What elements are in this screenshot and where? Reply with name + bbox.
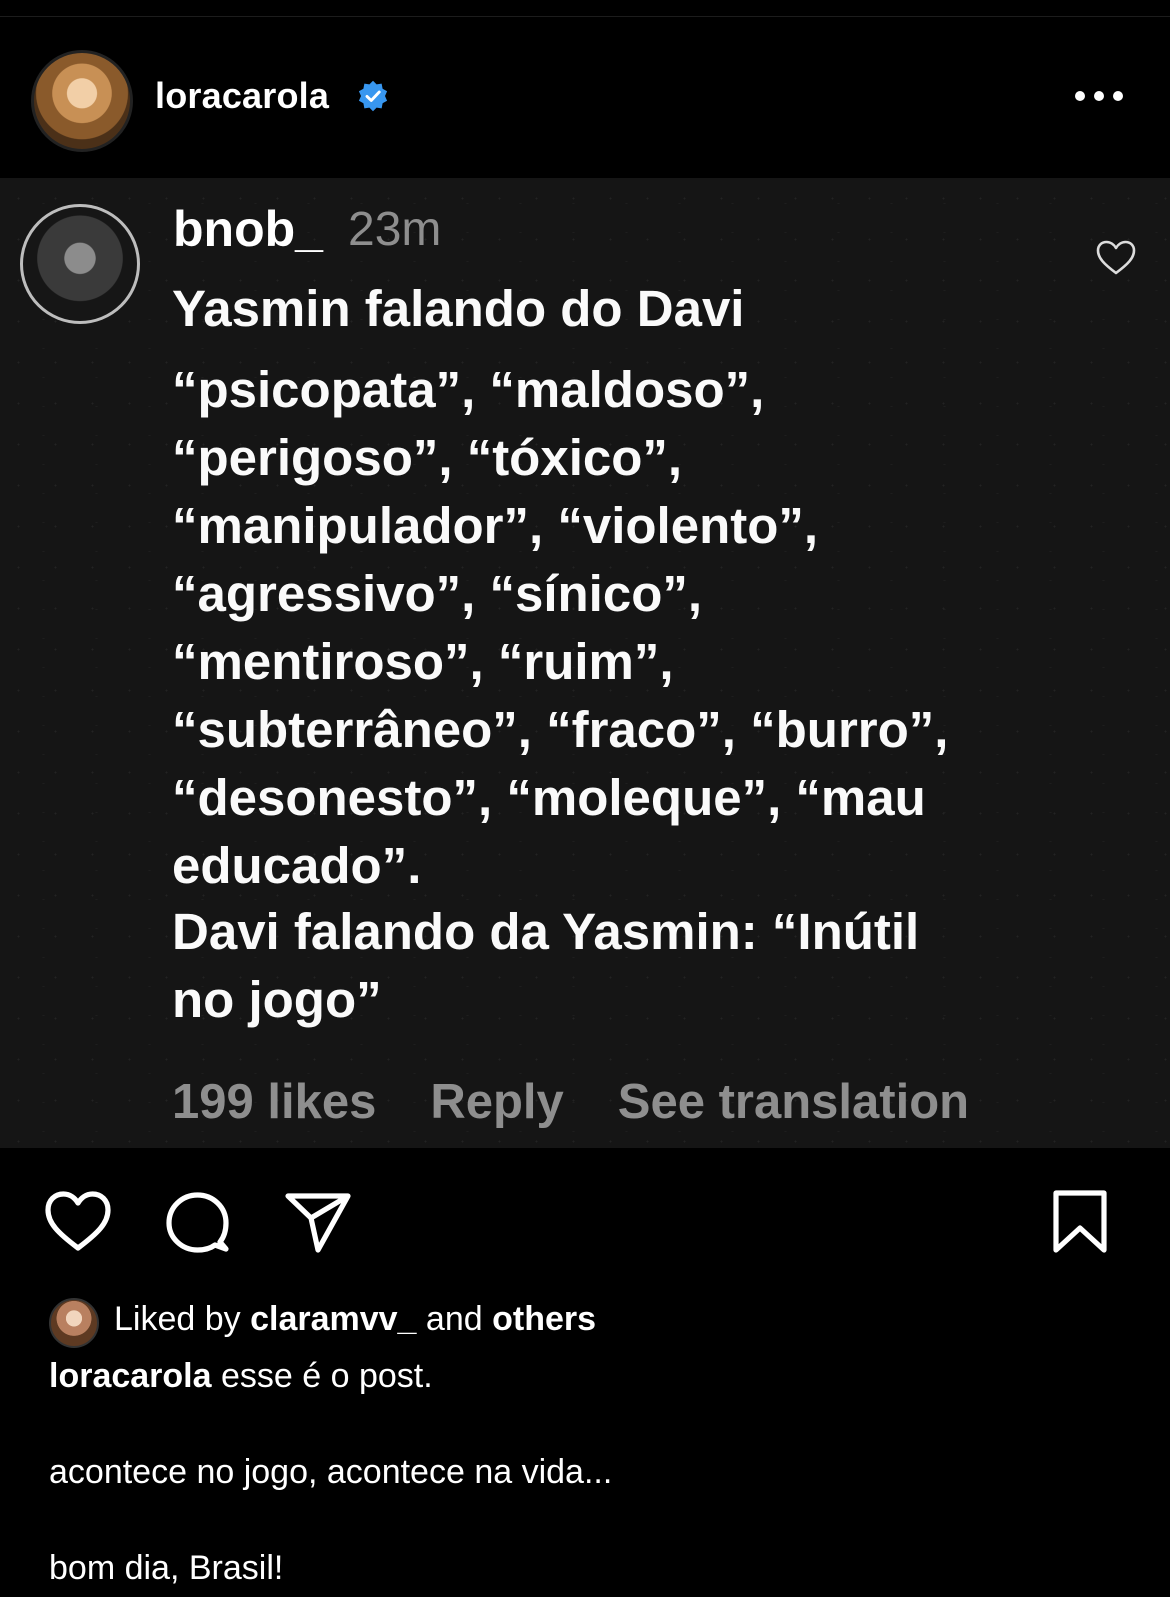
author-username[interactable]: loracarola [155,75,329,117]
comment-actions: 199 likes Reply See translation [172,1074,1023,1130]
caption-username[interactable]: loracarola [49,1357,212,1395]
comment-text-list: “psicopata”, “maldoso”, “perigoso”, “tóx… [172,361,949,894]
top-divider [0,16,1170,17]
liked-by-avatar[interactable] [49,1298,99,1348]
comment-text-reply-line: Davi falando da Yasmin: “Inútil no jogo” [172,903,920,1028]
post-header: loracarola [0,40,1170,160]
comment-likes-count: 199 likes [172,1075,377,1129]
comment-reply-link: Reply [430,1075,564,1129]
post-caption: loracarola esse é o post. acontece no jo… [49,1352,1129,1592]
verified-badge-icon [358,80,388,112]
bookmark-icon[interactable] [1046,1186,1118,1258]
liked-by-text[interactable]: Liked by claramvv_ and others [114,1300,596,1339]
send-icon[interactable] [282,1186,354,1258]
post-action-bar [0,1182,1170,1262]
liked-by-user[interactable]: claramvv_ [250,1300,416,1338]
post-image: bnob_ 23m Yasmin falando do Davi “psicop… [0,178,1170,1148]
liked-by-prefix: Liked by [114,1300,241,1338]
liked-by-and: and [425,1300,483,1338]
comment-timestamp: 23m [348,203,442,256]
comment-text-line: Yasmin falando do Davi [172,280,745,337]
author-avatar[interactable] [31,50,133,152]
more-options-icon[interactable] [1075,88,1127,104]
comment-heart-icon [1096,240,1136,275]
comment-username: bnob_ [173,201,323,257]
comment-see-translation-link: See translation [617,1075,970,1129]
heart-icon[interactable] [42,1186,114,1258]
liked-by-others[interactable]: others [492,1300,596,1338]
comment-avatar [20,204,140,324]
comment-icon[interactable] [162,1186,234,1258]
